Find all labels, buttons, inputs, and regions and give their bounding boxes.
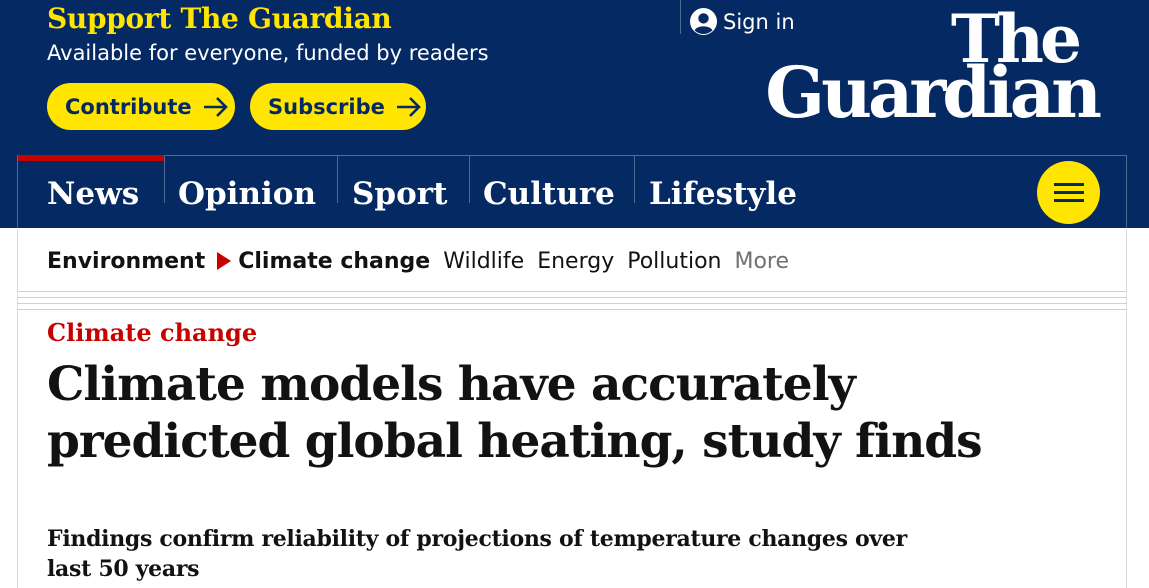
pillar-separator [164,156,165,203]
hamburger-menu-icon [1054,191,1084,194]
article-headline: Climate models have accurately predicted… [47,357,983,469]
guardian-logo[interactable]: The Guardian [760,6,1102,134]
pillar-separator [337,156,338,203]
subnav-section-environment[interactable]: Environment [47,249,205,274]
pillar-news[interactable]: News [47,156,139,228]
subnav-more[interactable]: More [734,249,789,274]
pillar-separator [634,156,635,203]
hamburger-menu-button[interactable] [1037,161,1100,224]
subscribe-label: Subscribe [268,94,385,119]
pillar-sport[interactable]: Sport [352,156,447,228]
section-subnav: Environment Climate change Wildlife Ener… [47,244,789,278]
pillar-culture[interactable]: Culture [483,156,615,228]
pillar-lifestyle[interactable]: Lifestyle [649,156,797,228]
section-rule [17,291,1127,311]
arrow-right-icon [203,96,228,117]
pillar-news-label: News [47,176,140,212]
subnav-item-pollution[interactable]: Pollution [627,249,721,274]
subnav-item-wildlife[interactable]: Wildlife [443,249,524,274]
support-subtitle: Available for everyone, funded by reader… [47,41,489,65]
pillar-opinion[interactable]: Opinion [178,156,316,228]
arrow-right-icon [396,96,421,117]
logo-guardian: Guardian [765,51,1102,134]
subscribe-button[interactable]: Subscribe [250,83,426,130]
pillar-sport-label: Sport [352,176,448,212]
subnav-current-climate-change[interactable]: Climate change [238,249,430,274]
hamburger-menu-icon [1054,199,1084,202]
pillar-lifestyle-label: Lifestyle [649,176,797,212]
contribute-label: Contribute [65,94,192,119]
pillar-separator [469,156,470,203]
signin-divider [680,0,681,34]
article-standfirst: Findings confirm reliability of projecti… [47,526,907,582]
support-title: Support The Guardian [47,2,392,35]
pillar-nav: News Opinion Sport Culture Lifestyle [17,155,1127,228]
user-circle-icon [690,8,717,35]
article-kicker[interactable]: Climate change [47,318,257,347]
hamburger-menu-icon [1054,183,1084,186]
pillar-opinion-label: Opinion [178,176,316,212]
pillar-culture-label: Culture [483,176,615,212]
contribute-button[interactable]: Contribute [47,83,235,130]
subnav-item-energy[interactable]: Energy [537,249,614,274]
triangle-right-icon [217,252,232,270]
